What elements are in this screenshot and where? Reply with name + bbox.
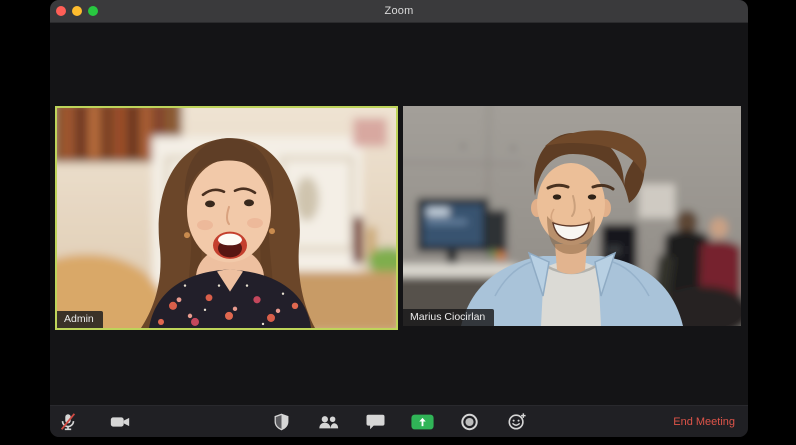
traffic-lights — [56, 0, 98, 22]
participant-name-marius: Marius Ciocirlan — [403, 309, 494, 327]
minimize-button[interactable] — [72, 6, 82, 16]
shield-icon — [273, 413, 291, 431]
meeting-toolbar: End Meeting — [50, 405, 748, 437]
mute-button[interactable] — [56, 410, 80, 434]
title-bar[interactable]: Zoom — [50, 0, 748, 23]
participants-icon — [318, 413, 340, 431]
video-tile-admin[interactable]: Admin — [55, 106, 398, 330]
end-meeting-button[interactable]: End Meeting — [673, 416, 735, 428]
participants-button[interactable] — [317, 410, 341, 434]
chat-bubble-icon — [366, 413, 386, 431]
share-screen-button[interactable] — [411, 410, 435, 434]
video-camera-icon — [109, 412, 131, 432]
marius-video-feed — [403, 106, 741, 326]
chat-button[interactable] — [364, 410, 388, 434]
video-stage: Admin — [50, 23, 748, 406]
microphone-muted-icon — [58, 412, 78, 432]
reactions-smiley-icon — [507, 412, 526, 431]
admin-video-feed — [57, 108, 396, 328]
record-icon — [461, 413, 479, 431]
reactions-button[interactable] — [505, 410, 529, 434]
zoom-window: Zoom — [50, 0, 748, 437]
security-button[interactable] — [270, 410, 294, 434]
close-button[interactable] — [56, 6, 66, 16]
record-button[interactable] — [458, 410, 482, 434]
window-title: Zoom — [50, 5, 748, 17]
video-tile-marius[interactable]: Marius Ciocirlan — [403, 106, 741, 326]
fullscreen-button[interactable] — [88, 6, 98, 16]
participant-name-admin: Admin — [57, 311, 103, 329]
share-screen-icon — [411, 413, 435, 431]
start-video-button[interactable] — [108, 410, 132, 434]
